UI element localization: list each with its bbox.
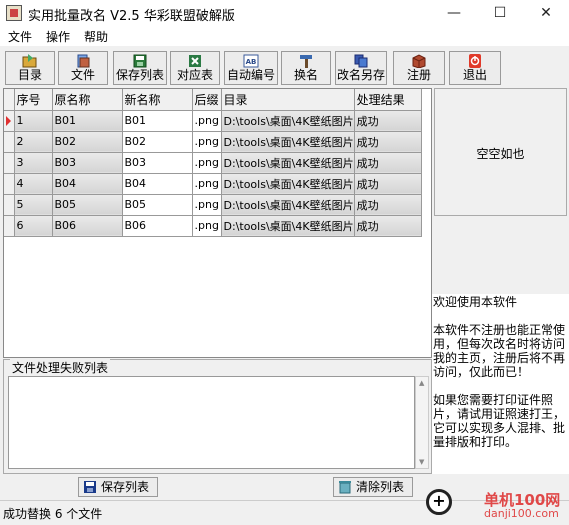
close-button[interactable]: ✕	[523, 0, 569, 26]
cell-directory[interactable]: D:\tools\桌面\4K壁纸图片	[221, 131, 355, 153]
fail-list-box[interactable]	[8, 376, 415, 469]
auto-number-button[interactable]: AB 自动编号	[224, 51, 278, 85]
cell-directory[interactable]: D:\tools\桌面\4K壁纸图片	[221, 152, 355, 174]
column-header-extension[interactable]: 后缀	[192, 89, 222, 111]
cell-extension[interactable]: .png	[192, 215, 222, 237]
status-bar: 成功替换 6 个文件 + 单机100网 danji100.com	[0, 489, 569, 525]
cell-extension[interactable]: .png	[192, 173, 222, 195]
rename-save-as-button[interactable]: 改名另存	[335, 51, 387, 85]
trash-icon	[339, 481, 351, 494]
info-paragraph-promo: 如果您需要打印证件照片，请试用证照速打王，它可以实现多人混排、批量排版和打印。	[433, 393, 566, 449]
register-button[interactable]: 注册	[393, 51, 445, 85]
column-header-result[interactable]: 处理结果	[354, 89, 422, 111]
menu-operation[interactable]: 操作	[46, 28, 70, 45]
cell-result[interactable]: 成功	[354, 152, 422, 174]
grid-header-row: 序号 原名称 新名称 后缀 目录 处理结果	[4, 89, 422, 111]
cell-result[interactable]: 成功	[354, 110, 422, 132]
row-indicator	[4, 131, 15, 153]
cell-original-name[interactable]: B04	[52, 173, 123, 195]
empty-preview-text: 空空如也	[476, 147, 525, 161]
table-row[interactable]: 4 B04 B04 .png D:\tools\桌面\4K壁纸图片 成功	[4, 173, 422, 195]
cell-index[interactable]: 3	[14, 152, 53, 174]
cell-original-name[interactable]: B01	[52, 110, 123, 132]
row-indicator	[4, 215, 15, 237]
column-header-new-name[interactable]: 新名称	[122, 89, 193, 111]
app-icon	[6, 5, 22, 21]
cell-new-name[interactable]: B03	[122, 152, 193, 174]
title-bar: 实用批量改名 V2.5 华彩联盟破解版 — ☐ ✕	[0, 0, 569, 26]
scroll-down-icon[interactable]: ▼	[419, 458, 424, 466]
scroll-up-icon[interactable]: ▲	[419, 379, 424, 387]
window-title: 实用批量改名 V2.5 华彩联盟破解版	[28, 9, 235, 24]
welcome-text: 欢迎使用本软件	[433, 295, 518, 309]
fail-list-scrollbar[interactable]: ▲ ▼	[415, 376, 429, 469]
cell-original-name[interactable]: B06	[52, 215, 123, 237]
table-row[interactable]: 1 B01 B01 .png D:\tools\桌面\4K壁纸图片 成功	[4, 110, 422, 132]
info-paragraph-register: 本软件不注册也能正常使用，但每次改名时将访问我的主页，注册后将不再访问，仅此而已…	[433, 323, 566, 379]
cell-index[interactable]: 6	[14, 215, 53, 237]
menu-help[interactable]: 帮助	[84, 28, 108, 45]
rename-button[interactable]: 换名	[281, 51, 331, 85]
cell-directory[interactable]: D:\tools\桌面\4K壁纸图片	[221, 194, 355, 216]
save-list-button[interactable]: 保存列表	[113, 51, 167, 85]
status-text: 成功替换 6 个文件	[3, 507, 103, 521]
cell-new-name[interactable]: B05	[122, 194, 193, 216]
info-panel: 欢迎使用本软件 本软件不注册也能正常使用，但每次改名时将访问我的主页，注册后将不…	[432, 294, 569, 474]
watermark-logo-icon: +	[426, 489, 452, 515]
cell-new-name[interactable]: B04	[122, 173, 193, 195]
svg-text:AB: AB	[246, 58, 257, 66]
row-indicator	[4, 173, 15, 195]
cell-directory[interactable]: D:\tools\桌面\4K壁纸图片	[221, 215, 355, 237]
menu-bar: 文件 操作 帮助	[0, 26, 569, 46]
cell-new-name[interactable]: B02	[122, 131, 193, 153]
cell-index[interactable]: 4	[14, 173, 53, 195]
header-corner	[4, 89, 15, 111]
row-indicator	[4, 194, 15, 216]
current-row-arrow-icon	[6, 115, 11, 126]
cell-result[interactable]: 成功	[354, 194, 422, 216]
cell-extension[interactable]: .png	[192, 110, 222, 132]
file-button[interactable]: 文件	[58, 51, 108, 85]
cell-directory[interactable]: D:\tools\桌面\4K壁纸图片	[221, 110, 355, 132]
row-indicator	[4, 152, 15, 174]
cell-new-name[interactable]: B06	[122, 215, 193, 237]
cell-original-name[interactable]: B03	[52, 152, 123, 174]
mapping-table-button[interactable]: 对应表	[170, 51, 220, 85]
column-header-index[interactable]: 序号	[14, 89, 53, 111]
menu-file[interactable]: 文件	[8, 28, 32, 45]
row-indicator	[4, 110, 15, 132]
fail-list-group: 文件处理失败列表 ▲ ▼	[3, 359, 432, 474]
cell-extension[interactable]: .png	[192, 131, 222, 153]
fail-list-title: 文件处理失败列表	[10, 359, 111, 376]
maximize-button[interactable]: ☐	[477, 0, 523, 26]
cell-directory[interactable]: D:\tools\桌面\4K壁纸图片	[221, 173, 355, 195]
save-fail-list-button[interactable]: 保存列表	[78, 477, 158, 497]
table-row[interactable]: 5 B05 B05 .png D:\tools\桌面\4K壁纸图片 成功	[4, 194, 422, 216]
cell-result[interactable]: 成功	[354, 173, 422, 195]
cell-extension[interactable]: .png	[192, 194, 222, 216]
table-row[interactable]: 3 B03 B03 .png D:\tools\桌面\4K壁纸图片 成功	[4, 152, 422, 174]
cell-result[interactable]: 成功	[354, 131, 422, 153]
toolbar: 目录 文件 保存列表 对应表 AB 自动编号 换名 改名另存 注册 退出	[0, 48, 569, 86]
save-icon	[84, 481, 96, 493]
cell-original-name[interactable]: B02	[52, 131, 123, 153]
column-header-original-name[interactable]: 原名称	[52, 89, 123, 111]
column-header-directory[interactable]: 目录	[221, 89, 355, 111]
clear-fail-list-button[interactable]: 清除列表	[333, 477, 413, 497]
file-grid[interactable]: 序号 原名称 新名称 后缀 目录 处理结果 1 B01 B01 .png D:\…	[3, 88, 432, 358]
minimize-button[interactable]: —	[431, 0, 477, 26]
cell-index[interactable]: 5	[14, 194, 53, 216]
directory-button[interactable]: 目录	[5, 51, 55, 85]
watermark-url: danji100.com	[484, 507, 559, 520]
table-row[interactable]: 6 B06 B06 .png D:\tools\桌面\4K壁纸图片 成功	[4, 215, 422, 237]
table-row[interactable]: 2 B02 B02 .png D:\tools\桌面\4K壁纸图片 成功	[4, 131, 422, 153]
cell-index[interactable]: 2	[14, 131, 53, 153]
cell-result[interactable]: 成功	[354, 215, 422, 237]
preview-panel: 空空如也	[434, 88, 567, 216]
cell-original-name[interactable]: B05	[52, 194, 123, 216]
exit-button[interactable]: 退出	[449, 51, 501, 85]
cell-index[interactable]: 1	[14, 110, 53, 132]
cell-new-name[interactable]: B01	[122, 110, 193, 132]
cell-extension[interactable]: .png	[192, 152, 222, 174]
